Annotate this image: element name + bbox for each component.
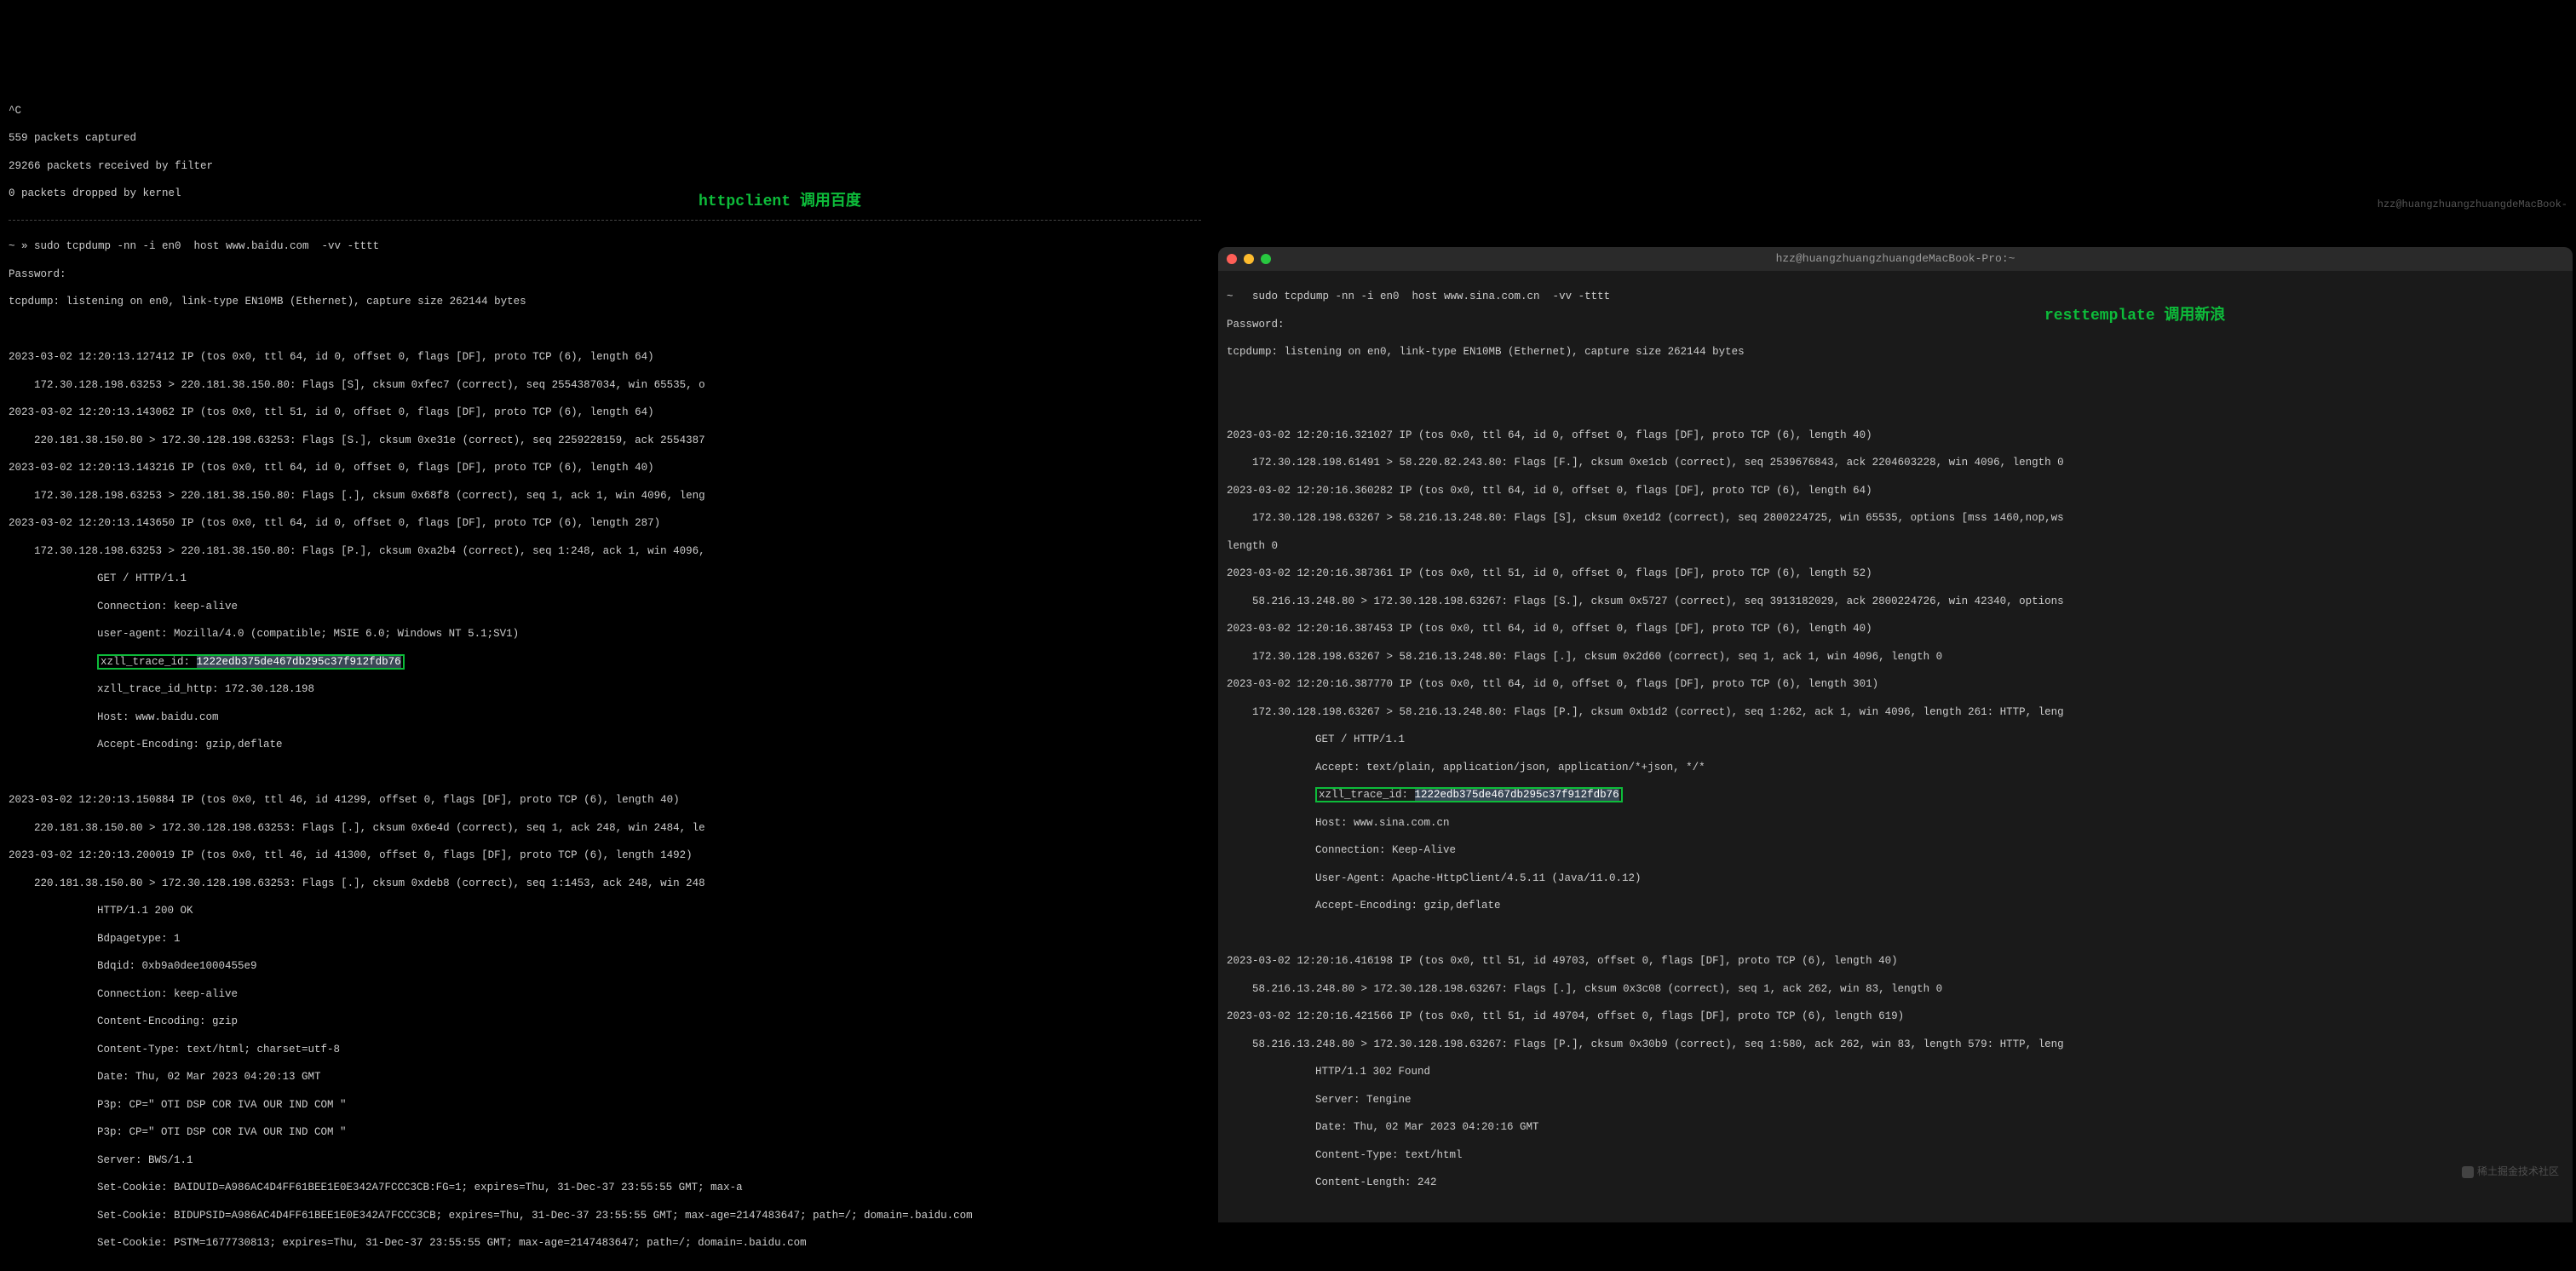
- packet: 58.216.13.248.80 > 172.30.128.198.63267:…: [1227, 1038, 2564, 1051]
- maximize-icon[interactable]: [1261, 254, 1271, 264]
- http-header: HTTP/1.1 200 OK: [9, 904, 1201, 917]
- blank: [9, 49, 1201, 62]
- http-header: Host: www.baidu.com: [9, 710, 1201, 724]
- packet: 2023-03-02 12:20:16.387453 IP (tos 0x0, …: [1227, 622, 2564, 636]
- http-header: Server: BWS/1.1: [9, 1153, 1201, 1167]
- blank: [9, 20, 1201, 34]
- blank: [1227, 373, 2564, 387]
- packet: 172.30.128.198.63253 > 220.181.38.150.80…: [9, 489, 1201, 503]
- prompt-line: ~ sudo tcpdump -nn -i en0 host www.sina.…: [1227, 290, 2564, 303]
- separator: [9, 220, 1201, 221]
- packet: 2023-03-02 12:20:13.143216 IP (tos 0x0, …: [9, 461, 1201, 474]
- packet: 2023-03-02 12:20:16.321027 IP (tos 0x0, …: [1227, 428, 2564, 442]
- prompt-line: ~ » sudo tcpdump -nn -i en0 host www.bai…: [9, 239, 1201, 253]
- http-header: xzll_trace_id_http: 172.30.128.198: [9, 682, 1201, 696]
- traffic-lights: [1227, 254, 1271, 264]
- http-header: Set-Cookie: BAIDUID=A986AC4D4FF61BEE1E0E…: [9, 1181, 1201, 1194]
- trace-value: 1222edb375de467db295c37f912fdb76: [1415, 789, 1619, 801]
- listening: tcpdump: listening on en0, link-type EN1…: [1227, 345, 2564, 359]
- interrupt: ^C: [9, 104, 1201, 118]
- packet: 2023-03-02 12:20:13.200019 IP (tos 0x0, …: [9, 848, 1201, 862]
- right-terminal-window[interactable]: hzz@huangzhuangzhuangdeMacBook-Pro:~ ~ s…: [1218, 247, 2573, 1222]
- host-faded: hzz@huangzhuangzhuangdeMacBook-: [2378, 198, 2567, 212]
- packet: 220.181.38.150.80 > 172.30.128.198.63253…: [9, 877, 1201, 890]
- packet: 172.30.128.198.61491 > 58.220.82.243.80:…: [1227, 456, 2564, 469]
- http-header: Connection: Keep-Alive: [1227, 843, 2564, 857]
- minimize-icon[interactable]: [1244, 254, 1254, 264]
- packet: 172.30.128.198.63267 > 58.216.13.248.80:…: [1227, 511, 2564, 525]
- http-header: GET / HTTP/1.1: [9, 572, 1201, 585]
- http-header: Set-Cookie: PSTM=1677730813; expires=Thu…: [9, 1236, 1201, 1250]
- packet: 58.216.13.248.80 > 172.30.128.198.63267:…: [1227, 595, 2564, 608]
- packet: 172.30.128.198.63253 > 220.181.38.150.80…: [9, 544, 1201, 558]
- window-title: hzz@huangzhuangzhuangdeMacBook-Pro:~: [1776, 252, 2015, 267]
- left-terminal[interactable]: ^C 559 packets captured 29266 packets re…: [0, 0, 1210, 1271]
- stat: 559 packets captured: [9, 131, 1201, 145]
- annotation-httpclient: httpclient 调用百度: [699, 193, 861, 212]
- http-header: Content-Type: text/html; charset=utf-8: [9, 1043, 1201, 1056]
- trace-line: xzll_trace_id: 1222edb375de467db295c37f9…: [9, 655, 1201, 669]
- http-header: User-Agent: Apache-HttpClient/4.5.11 (Ja…: [1227, 871, 2564, 885]
- http-header: Accept-Encoding: gzip,deflate: [1227, 899, 2564, 912]
- http-header: Accept: text/plain, application/json, ap…: [1227, 761, 2564, 774]
- stat: 29266 packets received by filter: [9, 159, 1201, 173]
- packet: 172.30.128.198.63267 > 58.216.13.248.80:…: [1227, 705, 2564, 719]
- packet: 2023-03-02 12:20:16.387770 IP (tos 0x0, …: [1227, 677, 2564, 691]
- http-header: Accept-Encoding: gzip,deflate: [9, 738, 1201, 751]
- packet: 172.30.128.198.63267 > 58.216.13.248.80:…: [1227, 650, 2564, 664]
- packet: 2023-03-02 12:20:16.360282 IP (tos 0x0, …: [1227, 484, 2564, 497]
- http-header: Content-Encoding: gzip: [9, 1015, 1201, 1028]
- http-header: Server: Tengine: [1227, 1093, 2564, 1107]
- http-header: Connection: keep-alive: [9, 987, 1201, 1001]
- packet: 2023-03-02 12:20:13.150884 IP (tos 0x0, …: [9, 793, 1201, 807]
- http-header: Content-Length: 242: [1227, 1176, 2564, 1189]
- annotation-resttemplate: resttemplate 调用新浪: [2044, 307, 2225, 326]
- blank: [9, 76, 1201, 89]
- http-header: Bdpagetype: 1: [9, 932, 1201, 946]
- blank: [9, 323, 1201, 336]
- packet: 220.181.38.150.80 > 172.30.128.198.63253…: [9, 434, 1201, 447]
- packet: 2023-03-02 12:20:16.421566 IP (tos 0x0, …: [1227, 1009, 2564, 1023]
- stat: 0 packets dropped by kernel: [9, 187, 1201, 200]
- trace-line: xzll_trace_id: 1222edb375de467db295c37f9…: [1227, 788, 2564, 802]
- blank: [1227, 927, 2564, 940]
- http-header: Date: Thu, 02 Mar 2023 04:20:13 GMT: [9, 1070, 1201, 1084]
- right-terminal-content[interactable]: ~ sudo tcpdump -nn -i en0 host www.sina.…: [1218, 271, 2573, 1222]
- close-icon[interactable]: [1227, 254, 1237, 264]
- packet: length 0: [1227, 539, 2564, 553]
- http-header: Bdqid: 0xb9a0dee1000455e9: [9, 959, 1201, 973]
- packet: 2023-03-02 12:20:13.143650 IP (tos 0x0, …: [9, 516, 1201, 530]
- http-header: Set-Cookie: BIDUPSID=A986AC4D4FF61BEE1E0…: [9, 1209, 1201, 1222]
- password-prompt: Password:: [1227, 318, 2564, 331]
- blank: [9, 766, 1201, 779]
- password-prompt: Password:: [9, 267, 1201, 281]
- watermark-icon: [2462, 1166, 2474, 1178]
- titlebar[interactable]: hzz@huangzhuangzhuangdeMacBook-Pro:~: [1218, 247, 2573, 271]
- http-header: Content-Type: text/html: [1227, 1148, 2564, 1162]
- trace-label: xzll_trace_id:: [101, 656, 197, 668]
- packet: 2023-03-02 12:20:13.143062 IP (tos 0x0, …: [9, 405, 1201, 419]
- http-header: P3p: CP=" OTI DSP COR IVA OUR IND COM ": [9, 1125, 1201, 1139]
- listening: tcpdump: listening on en0, link-type EN1…: [9, 295, 1201, 308]
- http-header: user-agent: Mozilla/4.0 (compatible; MSI…: [9, 627, 1201, 641]
- packet: 172.30.128.198.63253 > 220.181.38.150.80…: [9, 378, 1201, 392]
- packet: 2023-03-02 12:20:16.387361 IP (tos 0x0, …: [1227, 566, 2564, 580]
- http-header: Connection: keep-alive: [9, 600, 1201, 613]
- packet: 58.216.13.248.80 > 172.30.128.198.63267:…: [1227, 982, 2564, 996]
- http-header: Host: www.sina.com.cn: [1227, 816, 2564, 830]
- http-header: P3p: CP=" OTI DSP COR IVA OUR IND COM ": [9, 1098, 1201, 1112]
- http-header: HTTP/1.1 302 Found: [1227, 1065, 2564, 1078]
- http-header: Date: Thu, 02 Mar 2023 04:20:16 GMT: [1227, 1120, 2564, 1134]
- watermark: 稀土掘金技术社区: [2462, 1166, 2559, 1180]
- packet: 2023-03-02 12:20:16.416198 IP (tos 0x0, …: [1227, 954, 2564, 968]
- packet: 2023-03-02 12:20:13.127412 IP (tos 0x0, …: [9, 350, 1201, 364]
- packet: 220.181.38.150.80 > 172.30.128.198.63253…: [9, 821, 1201, 835]
- http-header: GET / HTTP/1.1: [1227, 733, 2564, 746]
- blank: [1227, 400, 2564, 414]
- trace-value: 1222edb375de467db295c37f912fdb76: [197, 656, 401, 668]
- trace-label: xzll_trace_id:: [1319, 789, 1415, 801]
